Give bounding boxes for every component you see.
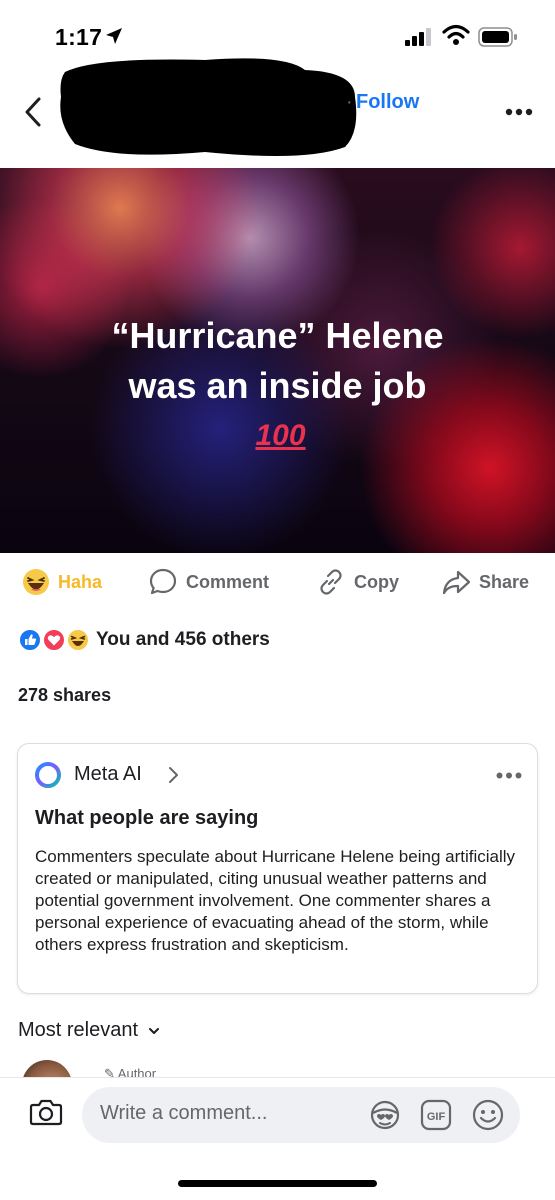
more-options-icon[interactable] — [505, 108, 533, 116]
gif-icon[interactable]: GIF — [420, 1099, 452, 1131]
love-icon — [42, 628, 66, 652]
comment-label: Comment — [186, 571, 270, 592]
share-label: Share — [479, 571, 530, 592]
wifi-icon — [442, 24, 470, 45]
meta-ai-name: Meta AI — [74, 763, 142, 785]
haha-icon — [66, 628, 90, 652]
share-arrow-icon — [442, 570, 471, 595]
comment-sort-label: Most relevant — [18, 1019, 139, 1041]
copy-label: Copy — [354, 571, 399, 592]
chevron-right-icon — [169, 767, 178, 783]
meta-ai-logo-icon — [35, 762, 61, 788]
chevron-down-icon — [149, 1027, 160, 1034]
status-time: 1:17 — [55, 24, 103, 50]
header-separator: · — [346, 91, 353, 113]
back-chevron-icon[interactable] — [22, 96, 44, 128]
meta-ai-summary-card[interactable]: Meta AI What people are saying Commenter… — [17, 743, 538, 994]
reactions-count-text: You and 456 others — [96, 629, 270, 650]
svg-text:GIF: GIF — [427, 1111, 446, 1123]
haha-emoji-icon — [23, 569, 49, 595]
post-action-bar: Haha Comment Copy Share — [0, 558, 555, 606]
post-image[interactable]: “Hurricane” Helene was an inside job 100 — [0, 168, 555, 553]
meta-ai-summary-text: Commenters speculate about Hurricane Hel… — [35, 847, 516, 954]
hundred-points-emoji: 100 — [255, 419, 306, 452]
reactions-summary[interactable]: You and 456 others — [18, 626, 270, 654]
redacted-profile-name — [60, 58, 357, 157]
camera-icon[interactable] — [29, 1097, 63, 1127]
like-icon — [18, 628, 42, 652]
post-text: “Hurricane” Helene was an inside job 100 — [0, 311, 555, 461]
share-button[interactable]: Share — [441, 558, 529, 606]
shares-count[interactable]: 278 shares — [18, 685, 111, 706]
comment-sort-dropdown[interactable]: Most relevant — [18, 1019, 160, 1042]
haha-reaction-button[interactable]: Haha — [22, 558, 102, 606]
comment-button[interactable]: Comment — [148, 558, 269, 606]
copy-link-button[interactable]: Copy — [316, 558, 399, 606]
post-text-line-1: “Hurricane” Helene — [111, 315, 444, 356]
battery-icon — [478, 27, 517, 47]
card-more-options-icon[interactable] — [496, 772, 522, 779]
home-indicator[interactable] — [178, 1180, 377, 1187]
follow-button[interactable]: Follow — [356, 91, 419, 114]
comment-input-placeholder: Write a comment... — [100, 1102, 268, 1124]
haha-label: Haha — [58, 571, 103, 592]
location-arrow-icon — [106, 28, 122, 44]
emoji-icon[interactable] — [471, 1098, 505, 1132]
cellular-signal-icon — [405, 28, 431, 46]
link-icon — [320, 569, 342, 595]
reaction-icons — [18, 628, 90, 652]
avatar-sticker-icon[interactable] — [368, 1098, 402, 1132]
post-text-line-2: was an inside job 100 — [0, 361, 555, 461]
meta-ai-heading: What people are saying — [35, 807, 259, 829]
comment-bubble-icon — [149, 568, 177, 595]
